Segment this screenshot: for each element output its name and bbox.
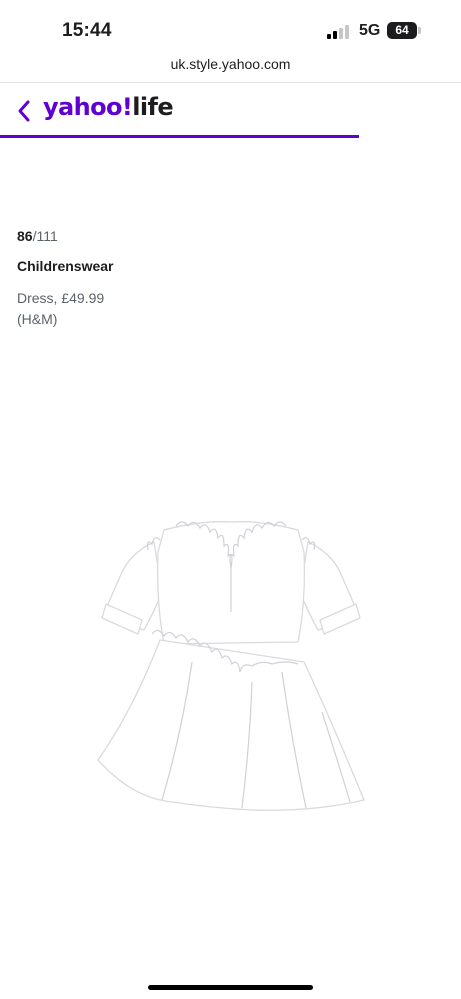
slide-category: Childrenswear (17, 258, 114, 274)
back-button[interactable] (12, 96, 38, 126)
battery-nub (418, 27, 421, 34)
site-header: yahoo!life (0, 86, 461, 136)
caption-line-price: Dress, £49.99 (17, 290, 105, 306)
divider (0, 82, 461, 83)
yahoo-life-logo[interactable]: yahoo!life (43, 93, 174, 121)
network-type: 5G (359, 22, 381, 39)
product-dress-image (97, 521, 365, 811)
chevron-left-icon (18, 100, 30, 122)
slide-total: /111 (32, 228, 58, 244)
slide-counter: 86/111 (17, 228, 58, 244)
address-bar[interactable]: uk.style.yahoo.com (0, 56, 461, 72)
slide-caption: Dress, £49.99 (H&M) (17, 288, 217, 330)
header-accent-bar (0, 135, 359, 138)
cellular-signal-icon (327, 25, 351, 39)
battery-icon: 64 (387, 22, 417, 39)
caption-line-brand: (H&M) (17, 311, 58, 327)
logo-life: life (132, 93, 174, 121)
clock: 15:44 (62, 20, 112, 41)
logo-yahoo: yahoo! (43, 93, 133, 121)
slide-current: 86 (17, 228, 33, 244)
home-indicator (148, 985, 313, 990)
status-bar: 15:44 5G 64 (0, 0, 461, 60)
